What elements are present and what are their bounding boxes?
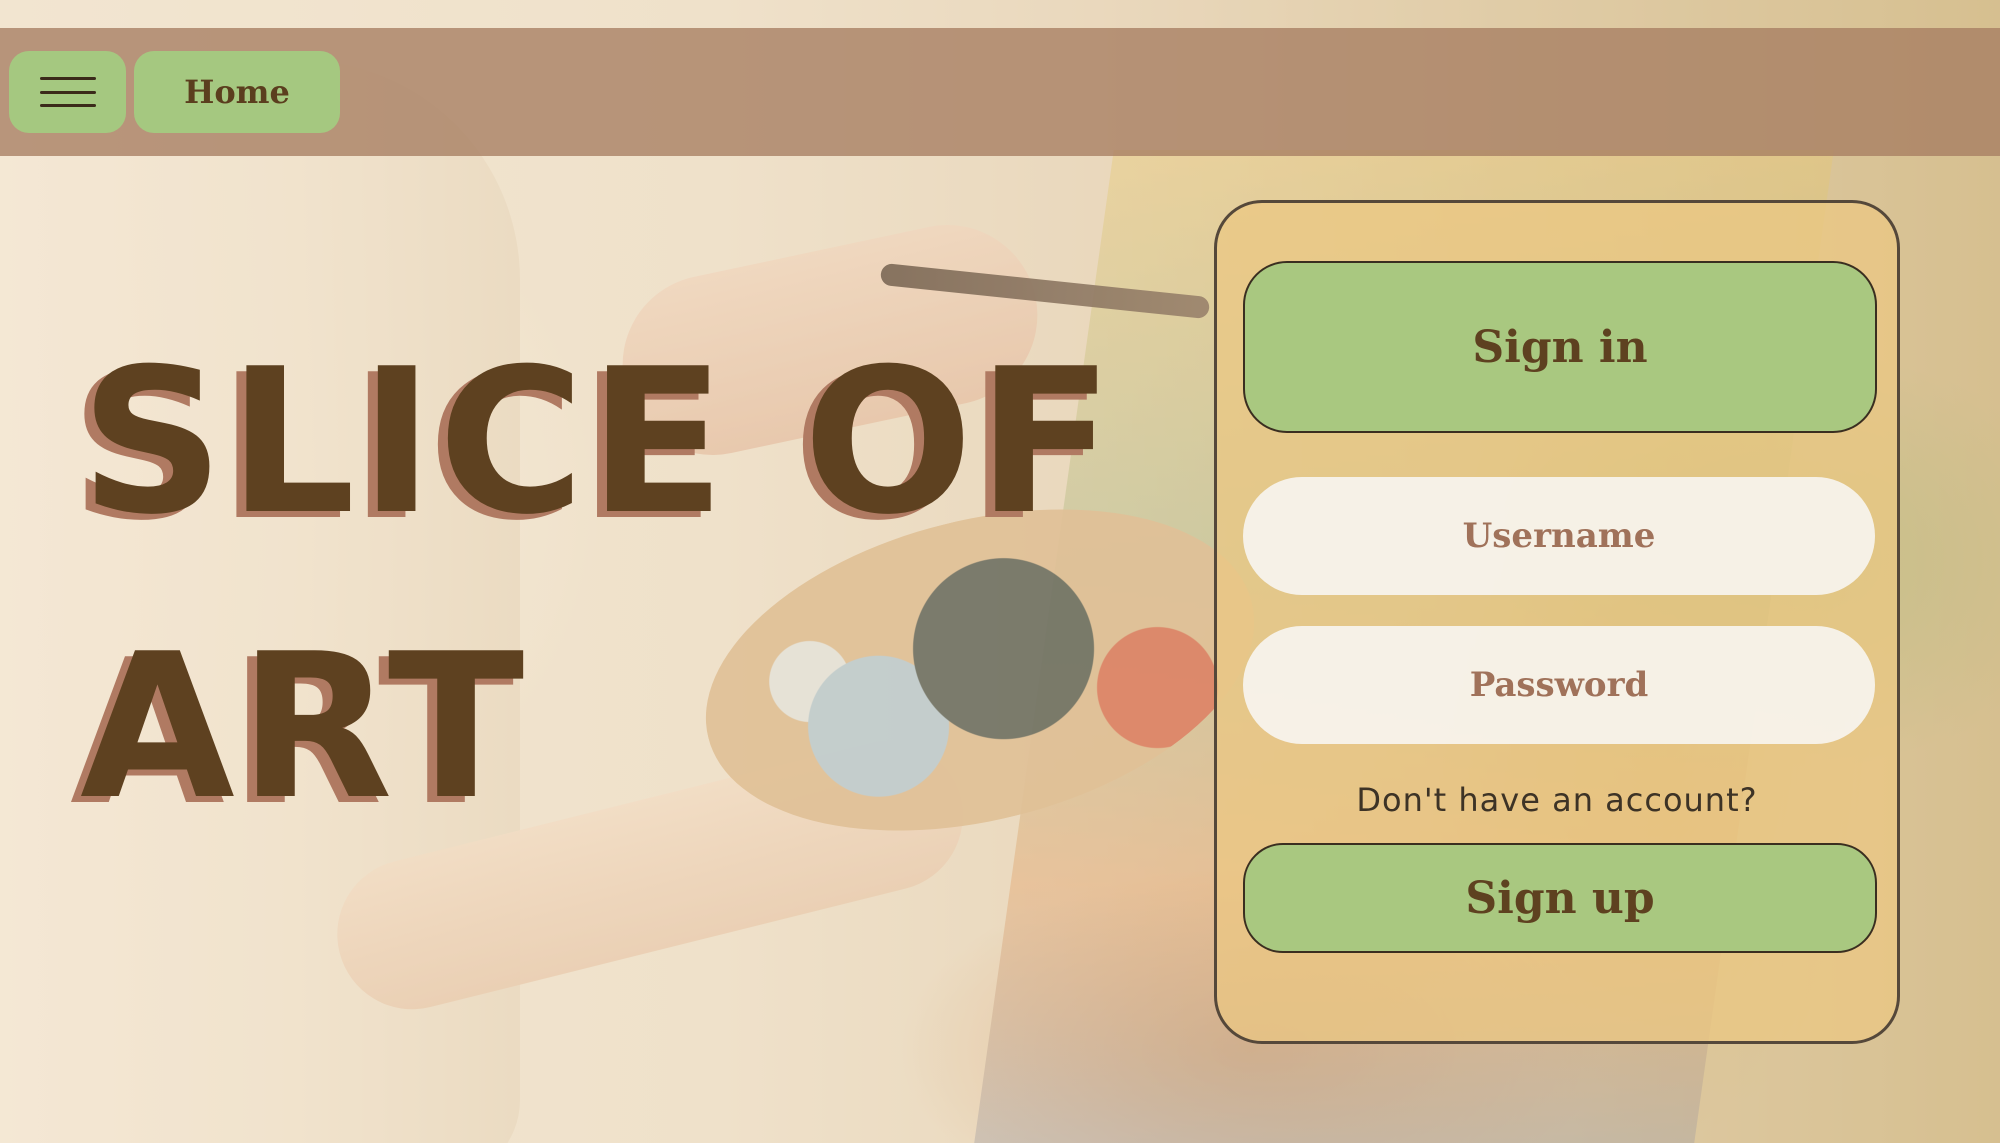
signup-prompt-text: Don't have an account? bbox=[1356, 781, 1758, 819]
page-title-line-2: ART bbox=[80, 611, 529, 844]
home-button[interactable]: Home bbox=[134, 51, 340, 133]
page-title-line-1: SLICE OF bbox=[80, 326, 1118, 559]
sign-in-button[interactable]: Sign in bbox=[1243, 261, 1877, 433]
username-input[interactable] bbox=[1243, 477, 1875, 595]
hamburger-menu-icon bbox=[39, 77, 96, 107]
login-panel: Sign in Don't have an account? Sign up bbox=[1214, 200, 1900, 1044]
page-title: SLICE OF ART bbox=[80, 300, 1180, 870]
password-input[interactable] bbox=[1243, 626, 1875, 744]
menu-button[interactable] bbox=[9, 51, 126, 133]
sign-up-button[interactable]: Sign up bbox=[1243, 843, 1877, 953]
